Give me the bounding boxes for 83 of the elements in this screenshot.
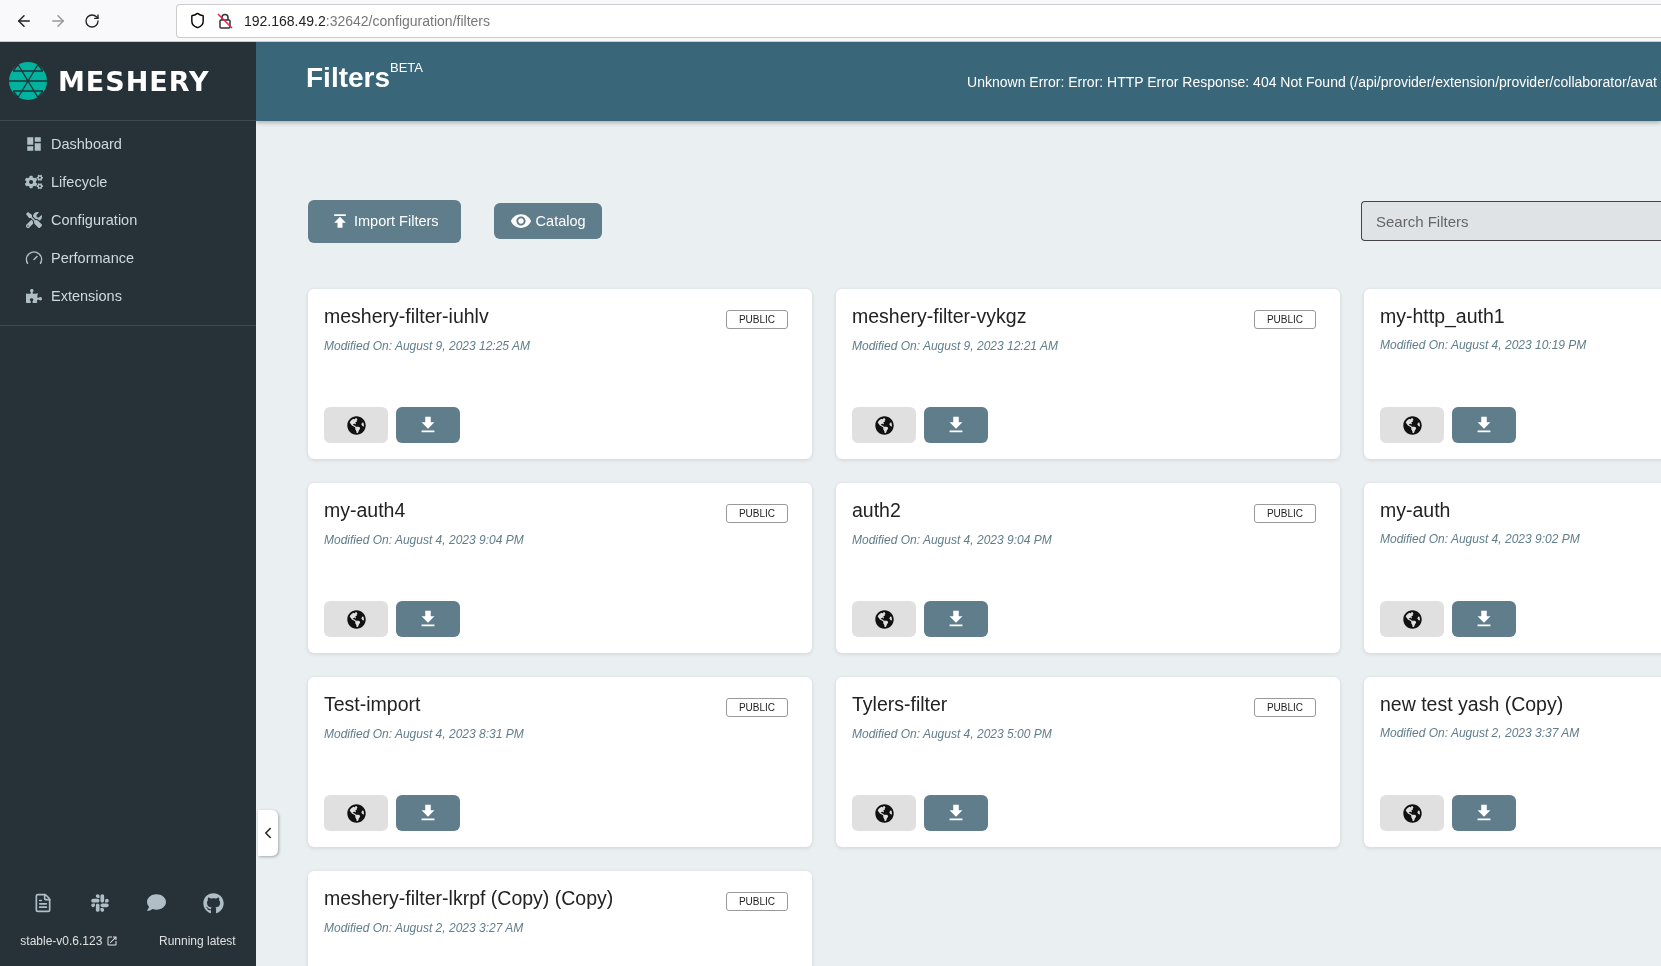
publish-button[interactable] <box>1380 795 1444 831</box>
filter-name: auth2 <box>852 499 901 522</box>
gears-icon <box>25 173 43 191</box>
filter-name: meshery-filter-lkrpf (Copy) (Copy) <box>324 887 614 910</box>
nav-item[interactable]: Configuration <box>0 201 256 239</box>
search-field[interactable]: Search Filters <box>1361 201 1661 241</box>
globe-icon <box>874 803 894 823</box>
publish-button[interactable] <box>852 601 916 637</box>
modified-date: Modified On: August 4, 2023 9:02 PM <box>1380 532 1581 546</box>
filter-name: new test yash (Copy) <box>1380 693 1564 716</box>
filter-name: meshery-filter-iuhlv <box>324 305 489 328</box>
globe-icon <box>874 415 894 435</box>
modified-date: Modified On: August 4, 2023 9:04 PM <box>852 533 1053 547</box>
gauge-icon <box>25 249 43 267</box>
visibility-badge: PUBLIC <box>1253 310 1316 329</box>
update-status: Running latest <box>158 934 236 948</box>
filter-name: meshery-filter-vykgz <box>852 305 1027 328</box>
modified-date: Modified On: August 4, 2023 8:31 PM <box>324 727 525 741</box>
external-link-icon <box>106 935 119 947</box>
slack-icon[interactable] <box>89 893 110 913</box>
chat-icon[interactable] <box>146 893 166 912</box>
shield-icon <box>189 12 206 29</box>
download-button[interactable] <box>924 601 988 637</box>
publish-button[interactable] <box>852 407 916 443</box>
visibility-badge: PUBLIC <box>725 310 788 329</box>
filter-name: my-auth4 <box>324 499 406 522</box>
filter-name: Test-import <box>324 693 421 716</box>
globe-icon <box>1402 803 1422 823</box>
download-button[interactable] <box>396 407 460 443</box>
modified-date: Modified On: August 2, 2023 3:37 AM <box>1380 726 1581 740</box>
publish-button[interactable] <box>852 795 916 831</box>
visibility-badge: PUBLIC <box>725 892 788 911</box>
download-button[interactable] <box>1452 601 1516 637</box>
logo-text: MESHERY <box>58 65 210 97</box>
error-message: Unknown Error: Error: HTTP Error Response: 404 Not Found (/api/provider/extension/provider/collaborator/avat <box>967 73 1658 90</box>
download-button[interactable] <box>396 601 460 637</box>
globe-icon <box>346 415 366 435</box>
filter-name: my-http_auth1 <box>1380 305 1505 328</box>
download-button[interactable] <box>1452 795 1516 831</box>
publish-button[interactable] <box>324 795 388 831</box>
version-link[interactable]: stable-v0.6.123 <box>20 934 103 948</box>
nav-item[interactable]: Dashboard <box>0 125 256 163</box>
github-icon[interactable] <box>202 893 224 914</box>
logo-icon <box>8 61 48 101</box>
globe-icon <box>874 609 894 629</box>
modified-date: Modified On: August 2, 2023 3:27 AM <box>324 921 525 935</box>
catalog-button[interactable]: Catalog <box>493 203 602 239</box>
tools-icon <box>25 211 43 229</box>
nav-item[interactable]: Lifecycle <box>0 163 256 201</box>
visibility-badge: PUBLIC <box>725 504 788 523</box>
download-button[interactable] <box>1452 407 1516 443</box>
reload-button[interactable] <box>82 12 102 29</box>
publish-button[interactable] <box>1380 601 1444 637</box>
visibility-badge: PUBLIC <box>1253 504 1316 523</box>
visibility-badge: PUBLIC <box>725 698 788 717</box>
visibility-badge: PUBLIC <box>1253 698 1316 717</box>
download-button[interactable] <box>396 795 460 831</box>
modified-date: Modified On: August 4, 2023 10:19 PM <box>1380 338 1588 352</box>
publish-button[interactable] <box>324 601 388 637</box>
dashboard-icon <box>25 135 43 153</box>
download-button[interactable] <box>924 795 988 831</box>
globe-icon <box>346 609 366 629</box>
modified-date: Modified On: August 9, 2023 12:25 AM <box>324 339 531 353</box>
puzzle-icon <box>25 287 43 305</box>
nav-item[interactable]: Extensions <box>0 277 256 315</box>
globe-icon <box>1402 609 1422 629</box>
publish-button[interactable] <box>324 407 388 443</box>
modified-date: Modified On: August 4, 2023 9:04 PM <box>324 533 525 547</box>
address-bar[interactable]: 192.168.49.2:32642/configuration/filters <box>176 3 1661 38</box>
url-text: 192.168.49.2:32642/configuration/filters <box>244 12 490 29</box>
nav-item[interactable]: Performance <box>0 239 256 277</box>
globe-icon <box>1402 415 1422 435</box>
globe-icon <box>346 803 366 823</box>
page-title: Filters$^{BETA}$ <box>306 62 424 94</box>
filter-name: Tylers-filter <box>852 693 948 716</box>
download-button[interactable] <box>924 407 988 443</box>
collapse-button[interactable] <box>258 810 278 856</box>
import-button[interactable]: Import Filters <box>308 199 461 243</box>
insecure-lock-icon <box>216 11 234 30</box>
modified-date: Modified On: August 9, 2023 12:21 AM <box>852 339 1059 353</box>
modified-date: Modified On: August 4, 2023 5:00 PM <box>852 727 1053 741</box>
publish-button[interactable] <box>1380 407 1444 443</box>
filter-name: my-auth <box>1380 499 1451 522</box>
